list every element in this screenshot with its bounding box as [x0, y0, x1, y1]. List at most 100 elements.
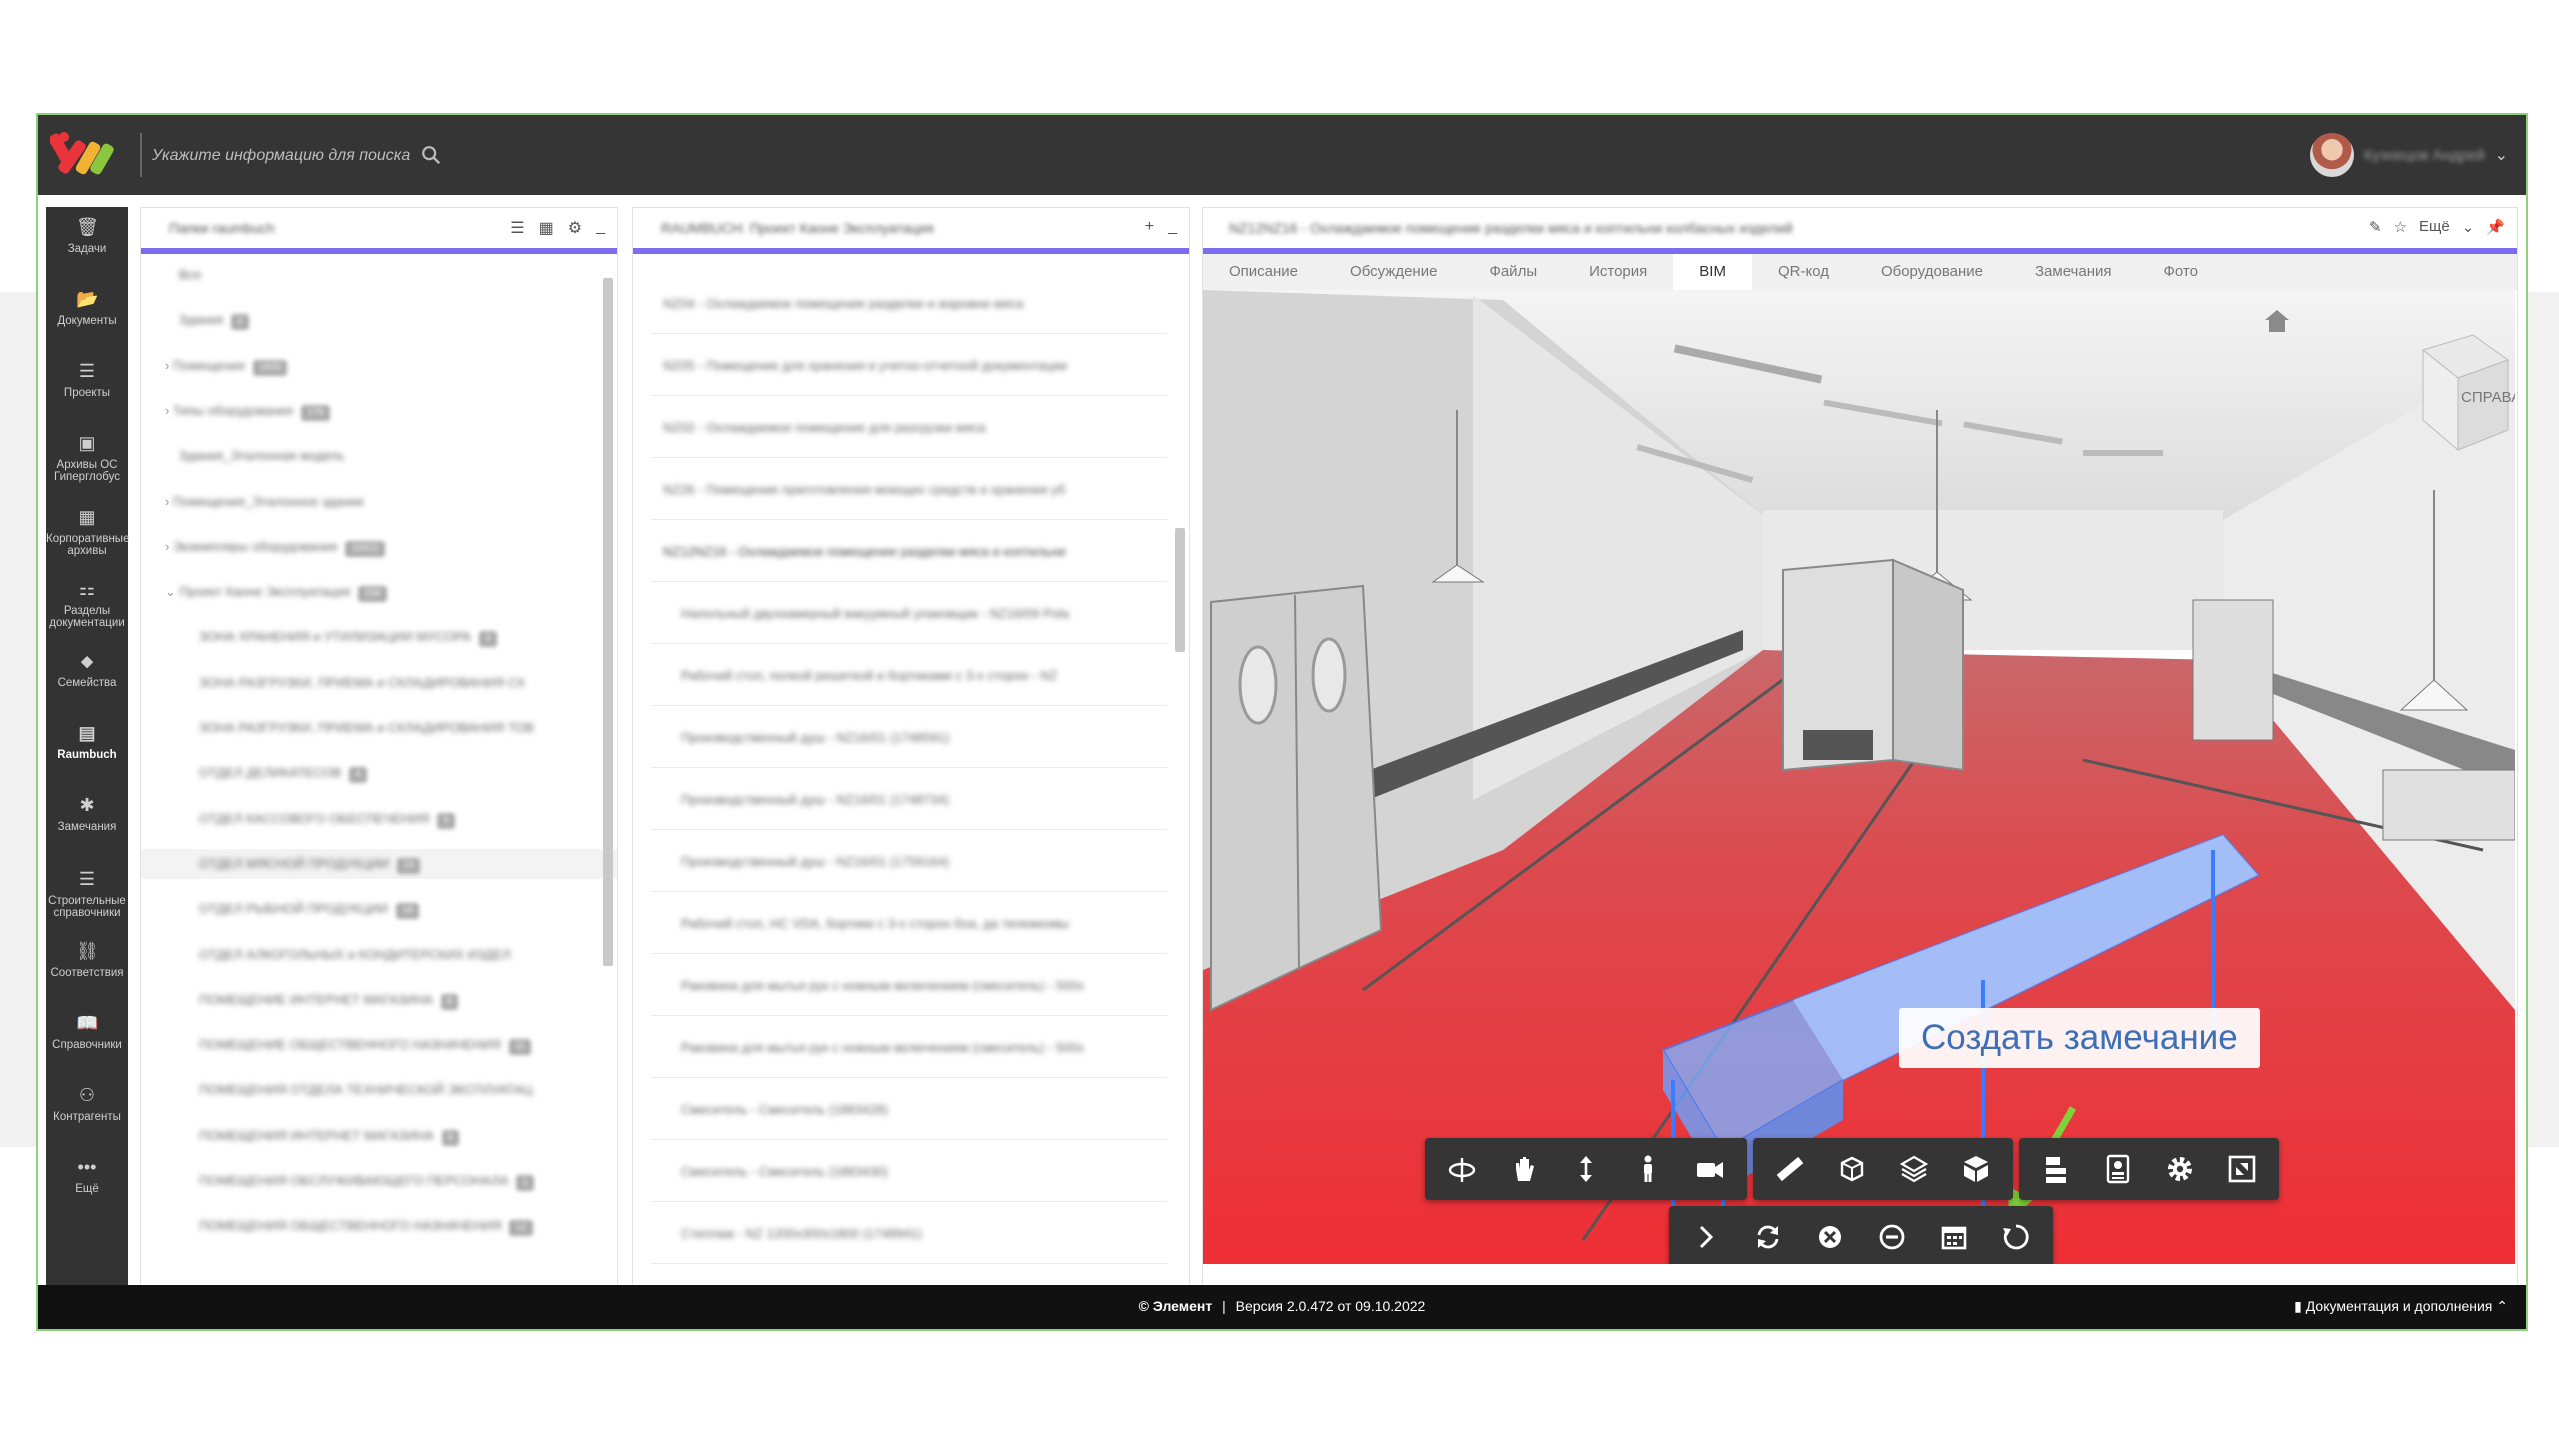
expand-arrow-icon[interactable]: ›: [165, 358, 173, 373]
camera-button[interactable]: [1679, 1138, 1741, 1200]
folder-item[interactable]: Здания 2: [141, 305, 617, 335]
table-view-icon[interactable]: ▦: [539, 218, 554, 238]
more-menu[interactable]: Ещё: [2419, 218, 2450, 236]
list-item[interactable]: NZ04 - Охлаждаемое помещение разделки и …: [651, 274, 1167, 334]
folder-item[interactable]: ОТДЕЛ РЫБНОЙ ПРОДУКЦИИ 18: [141, 894, 617, 924]
folder-item[interactable]: ПОМЕЩЕНИЯ ОБЩЕСТВЕННОГО НАЗНАЧЕНИЯ 12: [141, 1211, 617, 1241]
folder-item[interactable]: › Помещения_Эталонное здание: [141, 487, 617, 517]
minimize-icon[interactable]: _: [596, 218, 605, 238]
list-item[interactable]: Производственный душ - NZ16/01 (1748591): [651, 708, 1167, 768]
gear-icon[interactable]: ⚙: [568, 218, 582, 238]
create-remark-button[interactable]: [1985, 1206, 2047, 1264]
list-item[interactable]: NZ05 - Помещение для хранения и учетно-о…: [651, 336, 1167, 396]
expand-arrow-icon[interactable]: ›: [165, 403, 173, 418]
pin-icon[interactable]: 📌: [2486, 218, 2505, 236]
app-logo[interactable]: [48, 125, 122, 185]
folder-item[interactable]: ПОМЕЩЕНИЯ ОБСЛУЖИВАЮЩЕГО ПЕРСОНАЛА 1: [141, 1166, 617, 1196]
nav-item-11[interactable]: ⛓ Соответствия: [46, 941, 128, 979]
list-item[interactable]: Раковина для мытья рук с ножным включени…: [651, 956, 1167, 1016]
chevron-down-icon[interactable]: ⌄: [2462, 218, 2475, 236]
folder-item[interactable]: ЗОНА ХРАНЕНИЯ и УТИЛИЗАЦИИ МУСОРА 3: [141, 622, 617, 652]
list-item[interactable]: Стеллаж - NZ 1200х300х1800 (1748941): [651, 1204, 1167, 1264]
nav-item-3[interactable]: ☰ Проекты: [46, 361, 128, 399]
nav-item-1[interactable]: 🗑 Задачи: [46, 217, 128, 255]
section-button[interactable]: [1821, 1138, 1883, 1200]
expand-button[interactable]: [1675, 1206, 1737, 1264]
list-item[interactable]: Производственный душ - NZ16/01 (1759164): [651, 832, 1167, 892]
nav-item-2[interactable]: 📂 Документы: [46, 289, 128, 327]
pan-button[interactable]: [1493, 1138, 1555, 1200]
folder-item[interactable]: ПОМЕЩЕНИЕ ИНТЕРНЕТ МАГАЗИНА 8: [141, 985, 617, 1015]
list-item[interactable]: Напольный двухкамерный вакуумный упаковщ…: [651, 584, 1167, 644]
folder-item[interactable]: Здания_Эталонная модель: [141, 441, 617, 471]
settings-button[interactable]: [2149, 1138, 2211, 1200]
add-icon[interactable]: +: [1145, 218, 1154, 236]
tab-6[interactable]: QR-код: [1752, 254, 1855, 290]
tab-8[interactable]: Замечания: [2009, 254, 2138, 290]
layers-button[interactable]: [1883, 1138, 1945, 1200]
clear-button[interactable]: [1799, 1206, 1861, 1264]
nav-item-5[interactable]: ▦ Корпоративные архивы: [46, 507, 129, 557]
tab-2[interactable]: Обсуждение: [1324, 254, 1463, 290]
list-item[interactable]: Смеситель - Смеситель (1883430): [651, 1142, 1167, 1202]
folder-item[interactable]: ЗОНА РАЗГРУЗКИ, ПРИЕМА и СКЛАДИРОВАНИЯ Т…: [141, 713, 617, 743]
star-icon[interactable]: ☆: [2394, 218, 2407, 236]
list-item[interactable]: Смеситель - Смеситель (1883428): [651, 1080, 1167, 1140]
list-item[interactable]: NZ12NZ16 - Охлаждаемое помещение разделк…: [651, 522, 1167, 582]
folder-item[interactable]: ПОМЕЩЕНИЯ ОТДЕЛА ТЕХНИЧЕСКОЙ ЭКСПЛУАТАЦ: [141, 1075, 617, 1105]
folder-item[interactable]: ОТДЕЛ КАССОВОГО ОБЕСПЕЧЕНИЯ 5: [141, 804, 617, 834]
tab-3[interactable]: Файлы: [1463, 254, 1563, 290]
tab-1[interactable]: Описание: [1203, 254, 1324, 290]
folder-item[interactable]: ⌄ Проект Каоне Эксплуатация 258: [141, 577, 617, 607]
nav-item-8[interactable]: ▤ Raumbuch: [46, 723, 128, 761]
expand-arrow-icon[interactable]: ⌄: [165, 584, 180, 599]
nav-item-10[interactable]: ☰ Строительные справочники: [46, 869, 128, 919]
expand-arrow-icon[interactable]: ›: [165, 539, 173, 554]
folder-item[interactable]: ПОМЕЩЕНИЯ ИНТЕРНЕТ МАГАЗИНА 6: [141, 1121, 617, 1151]
edit-icon[interactable]: ✎: [2369, 218, 2382, 236]
list-item[interactable]: NZ26 - Помещение приготовления моющих ср…: [651, 460, 1167, 520]
elements-scrollbar[interactable]: [1175, 266, 1185, 1276]
nav-item-4[interactable]: ▣ Архивы ОС Гиперглобус: [46, 433, 128, 483]
list-item[interactable]: Раковина для мытья рук с ножным включени…: [651, 1018, 1167, 1078]
nav-item-13[interactable]: ⚇ Контрагенты: [46, 1085, 128, 1123]
avatar[interactable]: [2309, 133, 2354, 177]
tab-7[interactable]: Оборудование: [1855, 254, 2009, 290]
nav-item-9[interactable]: ✱ Замечания: [46, 795, 128, 833]
folder-item[interactable]: ОТДЕЛ АЛКОГОЛЬНЫХ и КОНДИТЕРСКИХ ИЗДЕЛ: [141, 940, 617, 970]
list-item[interactable]: Производственный душ - NZ16/01 (1748734): [651, 770, 1167, 830]
list-item[interactable]: Рабочий стол, НС VDA, бортики с 3-х стор…: [651, 894, 1167, 954]
tab-4[interactable]: История: [1563, 254, 1673, 290]
folder-item[interactable]: ОТДЕЛ МЯСНОЙ ПРОДУКЦИИ 19: [141, 848, 617, 879]
fullscreen-button[interactable]: [2211, 1138, 2273, 1200]
folder-item[interactable]: › Помещения 1920: [141, 351, 617, 381]
list-view-icon[interactable]: ☰: [510, 218, 524, 238]
orbit-button[interactable]: [1431, 1138, 1493, 1200]
minimize-icon[interactable]: _: [1168, 218, 1177, 236]
walk-button[interactable]: [1617, 1138, 1679, 1200]
folder-item[interactable]: ПОМЕЩЕНИЕ ОБЩЕСТВЕННОГО НАЗНАЧЕНИЯ 11: [141, 1030, 617, 1060]
nav-item-7[interactable]: ⬥ Семейства: [46, 651, 128, 689]
zoom-button[interactable]: [1555, 1138, 1617, 1200]
chevron-down-icon[interactable]: ⌄: [2495, 145, 2508, 165]
nav-item-14[interactable]: ••• Ещё: [46, 1157, 128, 1195]
refresh-button[interactable]: [1737, 1206, 1799, 1264]
explode-button[interactable]: [1945, 1138, 2007, 1200]
bim-viewer[interactable]: СПРАВА Создать замечание: [1203, 290, 2515, 1264]
folders-scrollbar[interactable]: [603, 266, 613, 1276]
hide-button[interactable]: [1861, 1206, 1923, 1264]
search-icon[interactable]: [420, 144, 442, 166]
properties-button[interactable]: [2087, 1138, 2149, 1200]
folder-item[interactable]: › Экземпляры оборудования 15922: [141, 532, 617, 562]
list-item[interactable]: Рабочий стол, полкой решеткой и бортикам…: [651, 646, 1167, 706]
bim-scene[interactable]: СПРАВА: [1203, 290, 2515, 1264]
folder-item[interactable]: › Типы оборудования 178: [141, 396, 617, 426]
folder-item[interactable]: Все: [141, 260, 617, 290]
nav-item-12[interactable]: 📖 Справочники: [46, 1013, 128, 1051]
tab-9[interactable]: Фото: [2138, 254, 2224, 290]
search-input[interactable]: [150, 139, 754, 173]
folder-item[interactable]: ОТДЕЛ ДЕЛИКАТЕСОВ 4: [141, 758, 617, 788]
user-menu[interactable]: Кузнецов Андрей ⌄: [2309, 130, 2508, 180]
expand-arrow-icon[interactable]: ›: [165, 494, 173, 509]
tab-5[interactable]: BIM: [1673, 254, 1752, 290]
